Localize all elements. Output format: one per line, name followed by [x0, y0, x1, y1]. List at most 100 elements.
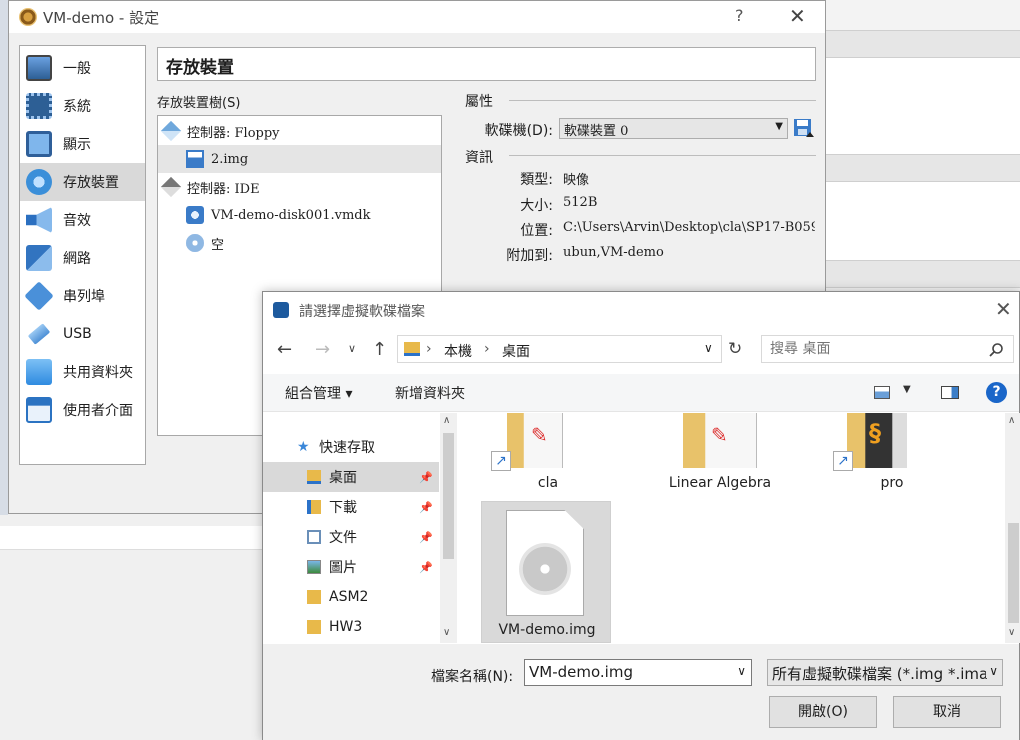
pdf-folder-icon: ✎ — [507, 413, 563, 468]
drive-label: 軟碟機(D): — [484, 123, 553, 139]
chevron-down-icon[interactable]: ∨ — [704, 341, 713, 355]
tree-item-optical-empty[interactable]: 空 — [158, 229, 441, 257]
choose-disk-button[interactable] — [792, 117, 814, 139]
nav-hw3[interactable]: HW3 — [263, 612, 439, 642]
search-input[interactable] — [768, 340, 983, 358]
refresh-icon[interactable]: ↻ — [728, 339, 742, 359]
category-label: 系統 — [63, 99, 91, 115]
category-label: USB — [63, 326, 92, 342]
category-display[interactable]: 顯示 — [20, 125, 145, 163]
storage-tree-label: 存放裝置樹(S) — [157, 96, 241, 111]
filename-input[interactable]: VM-demo.img ∨ — [524, 659, 752, 686]
category-shared-folders[interactable]: 共用資料夾 — [20, 353, 145, 391]
nav-pictures[interactable]: 圖片 📌 — [263, 552, 439, 582]
tree-item-hard-disk[interactable]: VM-demo-disk001.vmdk — [158, 201, 441, 229]
shortcut-arrow-icon: ↗ — [833, 451, 853, 471]
nav-item-label: 桌面 — [329, 470, 357, 486]
nav-asm2[interactable]: ASM2 — [263, 582, 439, 612]
category-system[interactable]: 系統 — [20, 87, 145, 125]
manager-pane — [826, 182, 1020, 260]
pin-icon: 📌 — [419, 470, 433, 484]
floppy-disk-icon — [794, 119, 814, 137]
breadcrumb-this-pc[interactable]: 本機 — [444, 341, 472, 361]
close-button[interactable]: ✕ — [995, 297, 1012, 321]
chevron-down-icon[interactable]: ∨ — [737, 664, 746, 678]
nav-item-label: 快速存取 — [319, 440, 375, 456]
documents-folder-icon — [307, 530, 321, 544]
breadcrumb-desktop[interactable]: 桌面 — [502, 341, 530, 361]
disc-image-file-icon — [506, 510, 584, 616]
scroll-up-icon[interactable]: ∧ — [443, 415, 450, 426]
navigation-scrollbar[interactable]: ∧ ∨ — [440, 413, 457, 643]
breadcrumb-separator: › — [426, 341, 432, 357]
organize-button[interactable]: 組合管理 ▾ — [285, 383, 352, 403]
category-user-interface[interactable]: 使用者介面 — [20, 391, 145, 429]
nav-quick-access[interactable]: ★ 快速存取 — [263, 432, 439, 462]
file-item-vm-demo-img[interactable]: VM-demo.img — [481, 501, 611, 643]
help-button[interactable]: ? — [735, 6, 744, 25]
file-dialog-footer: 檔案名稱(N): VM-demo.img ∨ 所有虛擬軟碟檔案 (*.img *… — [263, 644, 1019, 740]
view-options-chevron-icon[interactable]: ▼ — [903, 384, 911, 395]
address-bar[interactable]: › 本機 › 桌面 ∨ — [397, 335, 722, 363]
category-general[interactable]: 一般 — [20, 49, 145, 87]
search-icon[interactable] — [988, 342, 1004, 358]
file-type-select[interactable]: 所有虛擬軟碟檔案 (*.img *.ima ∨ — [767, 659, 1003, 686]
nav-item-label: ASM2 — [329, 589, 369, 605]
location-label: 位置: — [520, 223, 553, 239]
file-item-cla[interactable]: ✎ ↗ cla — [483, 413, 613, 497]
category-label: 存放裝置 — [63, 175, 119, 191]
nav-desktop[interactable]: 桌面 📌 — [263, 462, 439, 492]
pdf-glyph: ✎ — [531, 423, 548, 447]
nav-item-label: 文件 — [329, 530, 357, 546]
size-value: 512B — [563, 195, 598, 210]
scrollbar-thumb[interactable] — [1008, 523, 1019, 623]
category-label: 使用者介面 — [63, 403, 133, 419]
folder-icon — [404, 342, 420, 356]
nav-downloads[interactable]: 下載 📌 — [263, 492, 439, 522]
forward-arrow-icon[interactable]: → — [315, 339, 330, 360]
back-arrow-icon[interactable]: ← — [277, 339, 292, 360]
storage-disk-icon — [26, 169, 52, 195]
cancel-button[interactable]: 取消 — [893, 696, 1001, 728]
app-glyph: § — [869, 419, 881, 447]
pictures-folder-icon — [307, 560, 321, 574]
category-serial-ports[interactable]: 串列埠 — [20, 277, 145, 315]
view-mode-icon[interactable] — [874, 386, 890, 399]
tree-item-label: 空 — [211, 237, 225, 253]
open-button[interactable]: 開啟(O) — [769, 696, 877, 728]
star-icon: ★ — [297, 439, 310, 455]
manager-row — [0, 526, 262, 550]
category-storage[interactable]: 存放裝置 — [20, 163, 145, 201]
tree-item-floppy-image[interactable]: 2.img — [158, 145, 441, 173]
preview-pane-icon[interactable] — [941, 386, 959, 399]
help-icon[interactable]: ? — [986, 382, 1007, 403]
category-label: 音效 — [63, 213, 91, 229]
file-item-linear-algebra[interactable]: ✎ Linear Algebra — [655, 413, 785, 497]
file-dialog-titlebar: 請選擇虛擬軟碟檔案 ✕ — [263, 292, 1019, 328]
scroll-down-icon[interactable]: ∨ — [443, 627, 450, 638]
file-item-pro[interactable]: § ↗ pro — [827, 413, 957, 497]
recent-locations-chevron-icon[interactable]: ∨ — [348, 342, 356, 355]
file-open-dialog: 請選擇虛擬軟碟檔案 ✕ ← → ∨ ↑ › 本機 › 桌面 ∨ ↻ 組合管理 ▾… — [262, 291, 1020, 740]
new-folder-button[interactable]: 新增資料夾 — [395, 383, 465, 403]
file-list-scrollbar[interactable]: ∧ ∨ — [1005, 413, 1020, 643]
tree-item-floppy-controller[interactable]: 控制器: Floppy — [158, 117, 441, 145]
up-arrow-icon[interactable]: ↑ — [372, 339, 387, 360]
nav-documents[interactable]: 文件 📌 — [263, 522, 439, 552]
tree-item-ide-controller[interactable]: 控制器: IDE — [158, 173, 441, 201]
chevron-down-icon: ▼ — [775, 121, 783, 132]
floppy-drive-select[interactable]: 軟碟裝置 0 ▼ — [559, 118, 788, 139]
category-usb[interactable]: USB — [20, 315, 145, 353]
virtualbox-icon — [273, 302, 289, 318]
category-network[interactable]: 網路 — [20, 239, 145, 277]
file-list: ✎ ↗ cla ✎ Linear Algebra § ↗ pro VM-demo… — [459, 413, 1005, 643]
tree-item-label: 控制器: IDE — [187, 181, 260, 197]
display-icon — [26, 131, 52, 157]
category-audio[interactable]: 音效 — [20, 201, 145, 239]
info-section-title: 資訊 — [465, 150, 493, 166]
filename-label: 檔案名稱(N): — [431, 669, 514, 685]
scrollbar-thumb[interactable] — [443, 433, 454, 559]
scroll-down-icon[interactable]: ∨ — [1008, 627, 1015, 638]
close-button[interactable]: ✕ — [789, 4, 806, 28]
scroll-up-icon[interactable]: ∧ — [1008, 415, 1015, 426]
